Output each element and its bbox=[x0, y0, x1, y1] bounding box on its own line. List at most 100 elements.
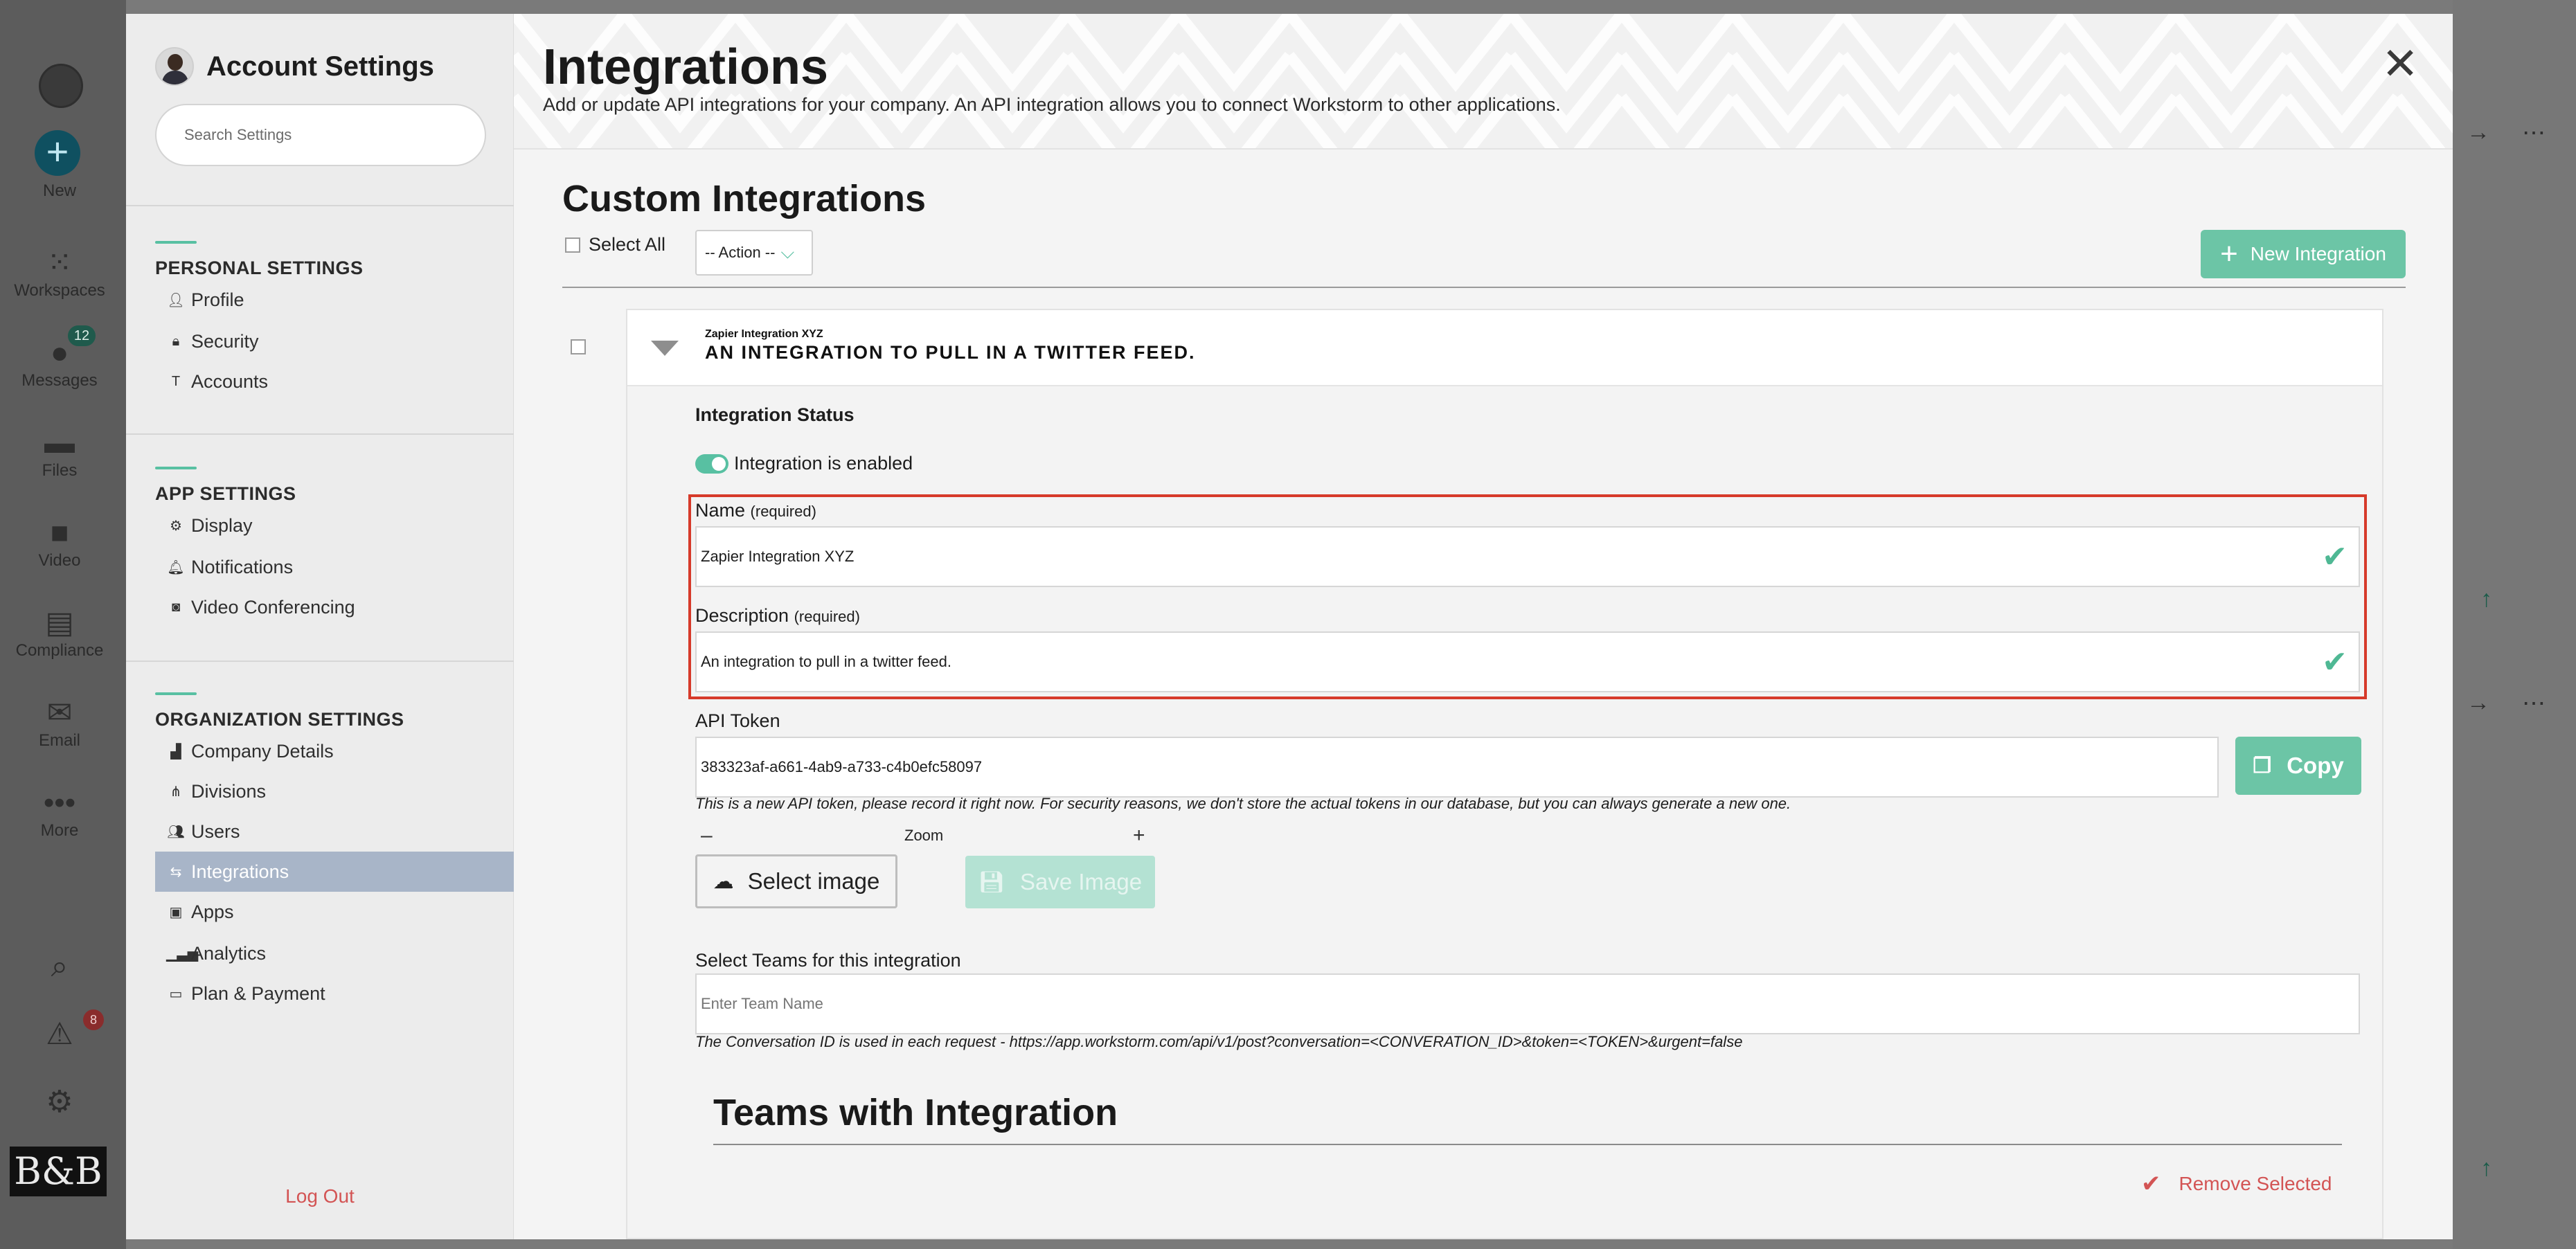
page-header: Integrations Add or update API integrati… bbox=[514, 14, 2453, 150]
action-dropdown-value: -- Action -- bbox=[705, 244, 776, 261]
team-name-input[interactable] bbox=[695, 973, 2360, 1034]
building-icon: ▟ bbox=[170, 744, 181, 760]
hierarchy-icon: ⋔ bbox=[170, 784, 182, 800]
remove-selected-button[interactable]: ✔ Remove Selected bbox=[2141, 1170, 2332, 1198]
sidebar-divider bbox=[126, 661, 514, 662]
card-icon: ▭ bbox=[169, 986, 183, 1002]
background-right-panel: → ⋯ → ⋯ ↑ ↑ bbox=[2453, 0, 2576, 1249]
select-all-checkbox[interactable]: Select All bbox=[565, 234, 665, 255]
sidebar-item-label: Divisions bbox=[191, 780, 267, 802]
sidebar-item-video-conferencing[interactable]: ◙ Video Conferencing bbox=[155, 587, 514, 627]
sidebar-item-label: Video Conferencing bbox=[191, 596, 355, 618]
close-icon[interactable]: ✕ bbox=[2381, 42, 2420, 86]
folder-icon: ▬ bbox=[44, 426, 75, 460]
copy-button[interactable]: ❐ Copy bbox=[2235, 737, 2361, 795]
sidebar-item-integrations[interactable]: ⇆ Integrations bbox=[155, 852, 514, 892]
description-field[interactable]: An integration to pull in a twitter feed… bbox=[695, 631, 2360, 692]
mail-icon: ✉ bbox=[46, 696, 73, 730]
checkbox[interactable] bbox=[565, 237, 580, 253]
new-icon[interactable]: + bbox=[35, 130, 80, 176]
sidebar-item-label: Analytics bbox=[191, 942, 267, 964]
sidebar-item-label: Apps bbox=[191, 901, 234, 922]
sidebar-item-plan-payment[interactable]: ▭ Plan & Payment bbox=[155, 973, 514, 1014]
sidebar-item-divisions[interactable]: ⋔ Divisions bbox=[155, 771, 514, 811]
cloud-upload-icon: ☁ bbox=[713, 870, 734, 893]
sidebar-title: Account Settings bbox=[206, 51, 434, 82]
description-label-text: Description bbox=[695, 605, 789, 626]
sidebar-item-label: Company Details bbox=[191, 740, 334, 762]
chevron-down-icon: ⌵ bbox=[780, 242, 795, 262]
integration-row-checkbox[interactable] bbox=[571, 339, 594, 358]
sidebar-header: Account Settings bbox=[155, 44, 434, 89]
camera-icon: ◙ bbox=[171, 599, 181, 615]
logout-button[interactable]: Log Out bbox=[126, 1185, 514, 1207]
sidebar-item-company-details[interactable]: ▟ Company Details bbox=[155, 731, 514, 771]
rail-files[interactable]: ▬ Files bbox=[0, 425, 119, 480]
zoom-out-button[interactable]: – bbox=[701, 824, 713, 847]
save-icon: 💾︎ bbox=[978, 870, 1005, 894]
select-teams-label: Select Teams for this integration bbox=[695, 950, 961, 971]
arrow-icon: → bbox=[2467, 690, 2490, 716]
sidebar-item-users[interactable]: 👥︎ Users bbox=[155, 811, 514, 852]
sidebar-item-security[interactable]: 🔒︎ Security bbox=[155, 321, 514, 361]
dots-icon: ••• bbox=[43, 786, 76, 820]
integration-small-name: Zapier Integration XYZ bbox=[705, 328, 823, 340]
rail-compliance[interactable]: ▤ Compliance bbox=[0, 605, 119, 661]
sidebar-item-label: Users bbox=[191, 820, 240, 842]
name-label: Name (required) bbox=[695, 500, 816, 521]
rail-email[interactable]: ✉ Email bbox=[0, 695, 119, 751]
action-dropdown[interactable]: -- Action -- ⌵ bbox=[695, 230, 813, 276]
search-settings-input[interactable] bbox=[155, 104, 486, 166]
app-rail: + New ⁙ Workspaces 12 ● Messages ▬ Files… bbox=[0, 0, 126, 1249]
text-icon: T bbox=[171, 373, 181, 389]
sidebar-divider bbox=[126, 433, 514, 435]
api-token-value: 383323af-a661-4ab9-a733-c4b0efc58097 bbox=[701, 758, 983, 775]
users-icon: 👥︎ bbox=[167, 824, 185, 840]
rail-new-label[interactable]: New bbox=[0, 181, 119, 201]
integration-heading: AN INTEGRATION TO PULL IN A TWITTER FEED… bbox=[705, 342, 1196, 363]
name-label-text: Name bbox=[695, 500, 746, 521]
rail-video-label: Video bbox=[38, 551, 81, 570]
rail-messages[interactable]: ● Messages bbox=[0, 335, 119, 390]
sidebar-item-notifications[interactable]: 🔔︎ Notifications bbox=[155, 547, 514, 587]
rail-video[interactable]: ■ Video bbox=[0, 515, 119, 570]
chat-icon: ● bbox=[50, 336, 69, 370]
sidebar-item-apps[interactable]: ▣ Apps bbox=[155, 892, 514, 932]
document-icon: ▤ bbox=[45, 606, 74, 640]
save-image-label: Save Image bbox=[1019, 869, 1143, 895]
search-icon[interactable]: ⌕ bbox=[0, 949, 119, 985]
rail-files-label: Files bbox=[42, 461, 78, 480]
avatar bbox=[155, 47, 194, 86]
checkmark-icon: ✔ bbox=[2322, 645, 2347, 679]
caret-down-icon[interactable] bbox=[651, 341, 679, 356]
new-integration-button[interactable]: + New Integration bbox=[2201, 230, 2406, 278]
remove-selected-label: Remove Selected bbox=[2179, 1173, 2332, 1194]
grid-icon: ⁙ bbox=[46, 246, 73, 280]
select-image-button[interactable]: ☁ Select image bbox=[695, 854, 897, 908]
integration-card-header[interactable]: Zapier Integration XYZ AN INTEGRATION TO… bbox=[627, 310, 2382, 386]
sidebar-item-profile[interactable]: 👤︎ Profile bbox=[155, 280, 514, 320]
name-field[interactable]: Zapier Integration XYZ ✔ bbox=[695, 526, 2360, 587]
more-icon: ⋯ bbox=[2522, 690, 2546, 717]
more-icon: ⋯ bbox=[2522, 120, 2546, 146]
sidebar-item-analytics[interactable]: ▁▃▅ Analytics bbox=[155, 933, 514, 973]
sidebar-divider bbox=[126, 205, 514, 206]
teams-with-integration-title: Teams with Integration bbox=[713, 1092, 1118, 1133]
select-all-label: Select All bbox=[589, 234, 666, 255]
video-icon: ■ bbox=[50, 516, 69, 550]
section-title: Custom Integrations bbox=[562, 178, 927, 219]
section-accent bbox=[155, 241, 197, 244]
settings-gear-icon[interactable]: ⚙ bbox=[0, 1084, 119, 1120]
rail-workspaces[interactable]: ⁙ Workspaces bbox=[0, 245, 119, 300]
save-image-button[interactable]: 💾︎ Save Image bbox=[965, 856, 1155, 908]
teams-divider bbox=[713, 1144, 2342, 1145]
integration-enabled-toggle[interactable] bbox=[695, 454, 728, 474]
sidebar-item-display[interactable]: ⚙ Display bbox=[155, 505, 514, 546]
api-token-label: API Token bbox=[695, 710, 780, 731]
api-token-field[interactable]: 383323af-a661-4ab9-a733-c4b0efc58097 bbox=[695, 737, 2219, 798]
zoom-in-button[interactable]: + bbox=[1133, 824, 1145, 847]
description-label: Description (required) bbox=[695, 605, 860, 627]
avatar[interactable] bbox=[39, 64, 83, 108]
rail-more[interactable]: ••• More bbox=[0, 785, 119, 841]
sidebar-item-accounts[interactable]: T Accounts bbox=[155, 361, 514, 402]
